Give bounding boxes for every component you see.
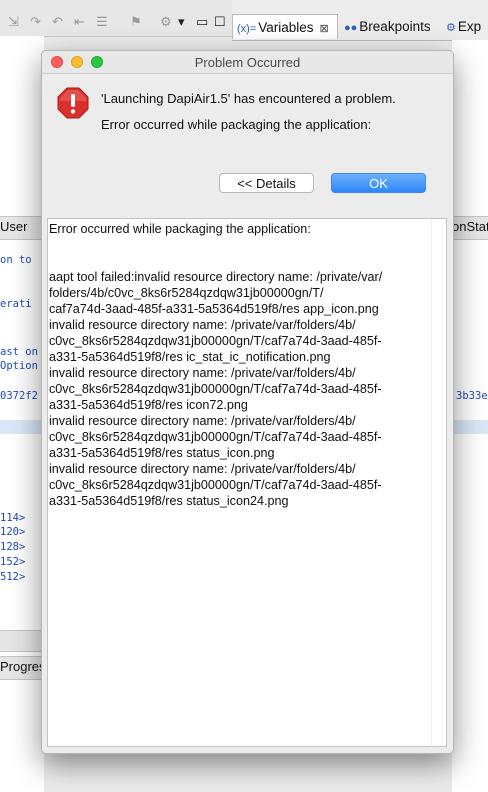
- editor-line: 0372f2: [0, 390, 38, 402]
- minimize-view-icon[interactable]: ▭: [196, 14, 208, 30]
- variables-icon: (x)=: [237, 23, 257, 35]
- details-line: c0vc_8ks6r5284qzdqw31jb00000gn/T/caf7a74…: [49, 334, 382, 348]
- details-line: invalid resource directory name: /privat…: [49, 318, 356, 332]
- use-step-filters-icon[interactable]: ☰: [96, 14, 108, 30]
- details-line: [49, 237, 429, 253]
- details-line: Error occurred while packaging the appli…: [49, 222, 311, 236]
- tab-expressions-label: Exp: [457, 19, 482, 34]
- details-toggle-button[interactable]: << Details: [219, 173, 314, 193]
- step-return-icon[interactable]: ↶: [52, 14, 63, 30]
- highlighted-line: [452, 420, 488, 434]
- details-line: [49, 253, 429, 269]
- message-body: Error occurred while packaging the appli…: [101, 117, 372, 132]
- details-line: a331-5a5364d519f8/res icon72.png: [49, 398, 248, 412]
- right-pane: 3b33e: [452, 40, 488, 792]
- tab-on-start[interactable]: onStat: [452, 219, 488, 234]
- message-title: 'Launching DapiAir1.5' has encountered a…: [101, 91, 396, 106]
- editor-line: 120>: [0, 526, 26, 538]
- tab-expressions[interactable]: ⚙ Exp: [442, 14, 488, 39]
- breakpoints-icon: ●●: [344, 22, 358, 34]
- drop-to-frame-icon[interactable]: ⇤: [74, 14, 85, 30]
- bottom-tab-strip: [0, 630, 44, 652]
- editor-line: 152>: [0, 556, 26, 568]
- close-icon[interactable]: ⊠: [320, 23, 329, 35]
- debug-action-icon[interactable]: ⚑: [130, 14, 142, 30]
- editor-line: ast on: [0, 346, 38, 358]
- dialog-title: Problem Occurred: [194, 55, 301, 70]
- details-line: c0vc_8ks6r5284qzdqw31jb00000gn/T/caf7a74…: [49, 382, 382, 396]
- details-text: Error occurred while packaging the appli…: [48, 219, 429, 509]
- details-line: a331-5a5364d519f8/res status_icon.png: [49, 446, 275, 460]
- view-menu-icon[interactable]: ▾: [178, 14, 185, 30]
- tab-breakpoints[interactable]: ●● Breakpoints: [340, 14, 440, 39]
- expressions-icon: ⚙: [446, 22, 456, 34]
- right-pane-line: 3b33e: [456, 390, 488, 402]
- details-line: invalid resource directory name: /privat…: [49, 366, 356, 380]
- tab-variables[interactable]: (x)= Variables ⊠: [232, 14, 338, 39]
- tab-user[interactable]: User: [0, 219, 27, 234]
- details-line: folders/4b/c0vc_8ks6r5284qzdqw31jb00000g…: [49, 286, 324, 300]
- details-line: c0vc_8ks6r5284qzdqw31jb00000gn/T/caf7a74…: [49, 430, 382, 444]
- maximize-view-icon[interactable]: ☐: [214, 14, 226, 30]
- details-line: caf7a74d-3aad-485f-a331-5a5364d519f8/res…: [49, 302, 379, 316]
- ide-toolbar: ⇲ ↷ ↶ ⇤ ☰ ⚑ ⚙ ▾ ▭ ☐: [0, 0, 232, 37]
- details-line: aapt tool failed:invalid resource direct…: [49, 270, 383, 284]
- details-text-area[interactable]: Error occurred while packaging the appli…: [47, 218, 447, 747]
- details-scrollbar[interactable]: [431, 219, 446, 746]
- editor-line: on to: [0, 254, 32, 266]
- tab-variables-label: Variables: [258, 20, 314, 35]
- gear-icon[interactable]: ⚙: [160, 14, 172, 30]
- details-line: a331-5a5364d519f8/res status_icon24.png: [49, 494, 289, 508]
- ok-button[interactable]: OK: [331, 173, 426, 193]
- step-over-icon[interactable]: ↷: [30, 14, 41, 30]
- editor-line: Option: [0, 360, 38, 372]
- editor-line: erati: [0, 298, 32, 310]
- debug-views-tabbar: (x)= Variables ⊠ ●● Breakpoints ⚙ Exp: [232, 14, 488, 41]
- highlighted-line: [0, 420, 44, 434]
- editor-line: 128>: [0, 541, 26, 553]
- problem-dialog: Problem Occurred 'Launching DapiAir1.5' …: [41, 50, 454, 754]
- details-line: c0vc_8ks6r5284qzdqw31jb00000gn/T/caf7a74…: [49, 478, 382, 492]
- tab-progress[interactable]: Progres: [0, 659, 46, 674]
- step-into-icon[interactable]: ⇲: [8, 14, 19, 30]
- dialog-titlebar: Problem Occurred: [42, 51, 453, 74]
- editor-line: 114>: [0, 512, 26, 524]
- error-octagon-icon: [57, 87, 89, 119]
- tab-breakpoints-label: Breakpoints: [359, 19, 431, 34]
- editor-line: 512>: [0, 571, 26, 583]
- details-line: a331-5a5364d519f8/res ic_stat_ic_notific…: [49, 350, 331, 364]
- details-line: invalid resource directory name: /privat…: [49, 462, 356, 476]
- details-line: invalid resource directory name: /privat…: [49, 414, 356, 428]
